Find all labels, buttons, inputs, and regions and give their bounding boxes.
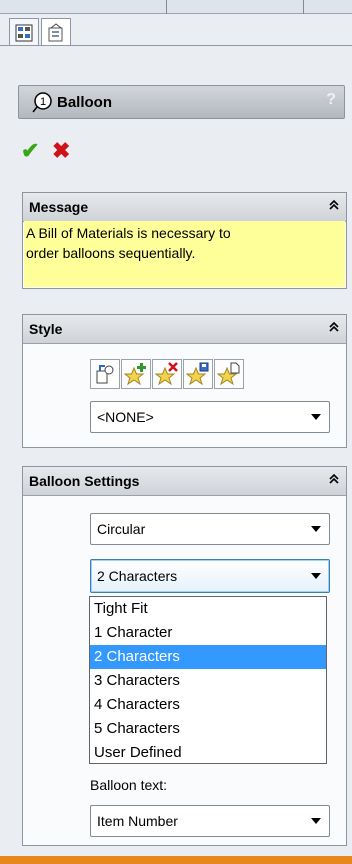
cancel-button[interactable]: ✖ [52, 140, 70, 162]
svg-text:1: 1 [40, 96, 46, 108]
dropdown-option[interactable]: 1 Character [90, 621, 326, 645]
balloon-text-select[interactable]: Item Number [90, 805, 330, 837]
balloon-settings-group-header[interactable]: Balloon Settings [23, 467, 346, 496]
add-style-button[interactable] [121, 359, 151, 389]
apply-style-button[interactable] [90, 359, 120, 389]
add-style-icon [124, 363, 146, 386]
splitter[interactable] [303, 0, 304, 14]
collapse-icon[interactable] [328, 315, 340, 343]
dropdown-option[interactable]: User Defined [90, 741, 326, 765]
save-style-icon [186, 362, 209, 386]
collapse-icon[interactable] [328, 467, 340, 495]
propertymanager-header: 1 Balloon ? [18, 85, 345, 119]
apply-style-icon [96, 365, 114, 384]
help-icon[interactable]: ? [326, 91, 336, 109]
message-group-header[interactable]: Message [23, 193, 346, 222]
page-title: Balloon [57, 93, 112, 111]
dropdown-option-selected[interactable]: 2 Characters [90, 645, 326, 669]
balloon-size-select[interactable]: 2 Characters [90, 559, 330, 593]
featuremanager-tab-icon [15, 24, 33, 41]
message-group: Message A Bill of Materials is necessary… [22, 192, 347, 289]
chevron-down-icon [311, 414, 321, 420]
balloon-size-dropdown: Tight Fit 1 Character 2 Characters 3 Cha… [89, 596, 327, 764]
bottom-accent-bar [0, 856, 352, 864]
delete-style-icon [155, 362, 178, 386]
dropdown-option[interactable]: 5 Characters [90, 717, 326, 741]
style-toolbar [90, 359, 246, 389]
style-group-header[interactable]: Style [23, 315, 346, 344]
style-select-value: <NONE> [97, 409, 154, 425]
group-title: Balloon Settings [29, 473, 140, 489]
propertymanager-tab-icon [48, 22, 63, 41]
group-title: Style [29, 321, 63, 337]
dropdown-option[interactable]: Tight Fit [90, 597, 326, 621]
chevron-down-icon [311, 526, 321, 532]
featuremanager-tab[interactable] [9, 18, 39, 46]
style-group: Style <NONE> [22, 314, 347, 448]
balloon-style-select[interactable]: Circular [90, 513, 330, 545]
load-style-button[interactable] [214, 359, 244, 389]
balloon-icon: 1 [32, 92, 52, 113]
style-select[interactable]: <NONE> [90, 401, 330, 433]
group-title: Message [29, 199, 89, 215]
load-style-icon [217, 362, 240, 386]
balloon-style-value: Circular [97, 521, 146, 537]
dropdown-option[interactable]: 3 Characters [90, 669, 326, 693]
dropdown-option[interactable]: 4 Characters [90, 693, 326, 717]
collapse-icon[interactable] [328, 193, 340, 221]
delete-style-button[interactable] [152, 359, 182, 389]
ok-button[interactable]: ✔ [21, 140, 39, 162]
message-text: A Bill of Materials is necessary to orde… [24, 221, 345, 287]
tab-divider [0, 45, 352, 46]
save-style-button[interactable] [183, 359, 213, 389]
top-strip [0, 0, 352, 14]
balloon-size-value: 2 Characters [97, 568, 178, 584]
balloon-text-value: Item Number [97, 813, 178, 829]
balloon-text-label: Balloon text: [90, 777, 168, 793]
propertymanager-tab[interactable] [41, 18, 71, 46]
chevron-down-icon [311, 573, 321, 579]
splitter[interactable] [166, 0, 167, 14]
chevron-down-icon [311, 818, 321, 824]
